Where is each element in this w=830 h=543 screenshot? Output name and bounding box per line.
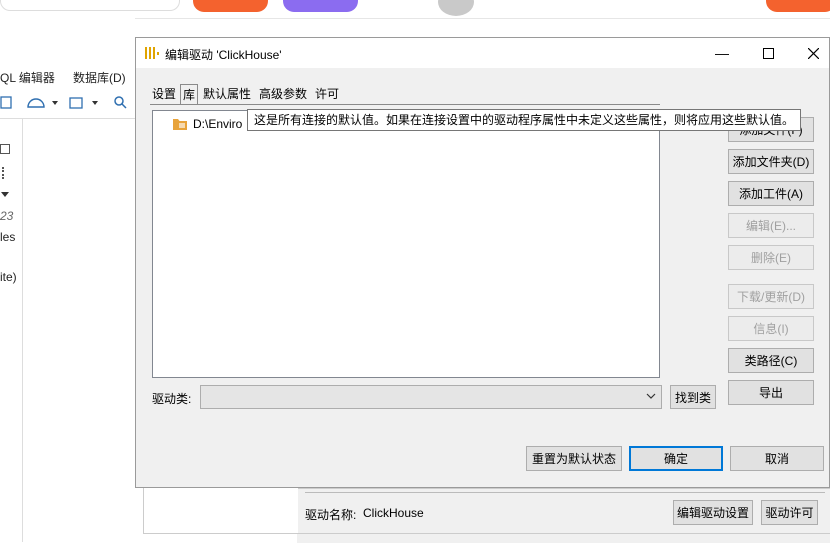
delete-button[interactable]: 删除(E) [728,245,814,270]
tab-settings[interactable]: 设置 [150,84,178,104]
grip-icon [2,167,8,179]
tab-default-properties[interactable]: 默认属性 [201,84,255,104]
chevron-down-icon-2 [92,101,98,105]
background-topbar [0,0,830,19]
background-driver-strip: 驱动名称: ClickHouse 编辑驱动设置 驱动许可 [297,488,830,543]
background-divider [22,118,136,542]
driver-name-label: 驱动名称: [305,508,357,522]
library-list[interactable]: D:\Enviro [152,110,660,378]
background-panel [143,488,298,534]
find-class-button[interactable]: 找到类 [670,385,716,409]
lock-icon [0,96,12,109]
classpath-button[interactable]: 类路径(C) [728,348,814,373]
driver-license-button[interactable]: 驱动许可 [761,500,818,525]
driver-icon [145,47,159,59]
chevron-down-icon [52,101,58,105]
cancel-button[interactable]: 取消 [730,446,824,471]
tab-library[interactable]: 库 [180,84,198,104]
gauge-icon [27,98,45,108]
driver-class-select[interactable] [200,385,662,409]
add-artifact-button[interactable]: 添加工件(A) [728,181,814,206]
list-item[interactable]: D:\Enviro [173,117,242,131]
minimize-icon: — [715,45,729,61]
search-icon [114,96,124,106]
ok-button[interactable]: 确定 [629,446,723,471]
background-left-pane: QL 编辑器 数据库(D) 23 les ite) [0,18,135,542]
tree-fragment-les: les [0,230,16,244]
orange-pill-button[interactable] [193,0,268,12]
download-update-button[interactable]: 下载/更新(D) [728,284,814,309]
menu-database[interactable]: 数据库(D) [73,69,126,86]
maximize-button[interactable] [748,38,788,68]
driver-class-label: 驱动类: [152,392,192,406]
edit-button[interactable]: 编辑(E)... [728,213,814,238]
tab-advanced-params[interactable]: 高级参数 [257,84,311,104]
tooltip: 这是所有连接的默认值。如果在连接设置中的驱动程序属性中未定义这些属性，则将应用这… [247,109,802,131]
library-item-label: D:\Enviro [193,117,243,131]
background-search-box[interactable] [0,0,180,11]
background-hline [0,118,135,119]
tree-fragment-ite: ite) [0,270,17,284]
maximize-icon [762,47,774,59]
reset-defaults-button[interactable]: 重置为默认状态 [526,446,622,471]
menu-sql-editor[interactable]: QL 编辑器 [0,69,55,86]
info-button[interactable]: 信息(I) [728,316,814,341]
background-bottom-line [143,533,830,534]
add-folder-button[interactable]: 添加文件夹(D) [728,149,814,174]
folder-icon [173,119,187,130]
tree-fragment-23: 23 [0,209,14,223]
user-avatar[interactable] [438,0,474,16]
chevron-down-icon [646,393,656,399]
purple-pill-button[interactable] [283,0,358,12]
tab-license[interactable]: 许可 [313,84,343,104]
orange-pill-right[interactable] [766,0,830,12]
square-icon [0,144,10,154]
close-icon [807,47,819,59]
network-icon [69,97,83,109]
driver-name-value: ClickHouse [363,506,424,520]
export-button[interactable]: 导出 [728,380,814,405]
tab-underline [150,104,660,105]
edit-driver-settings-button[interactable]: 编辑驱动设置 [673,500,753,525]
dropdown-arrow-icon[interactable] [0,190,12,200]
edit-driver-dialog: 编辑驱动 'ClickHouse' — 设置 库 默认属性 高级参数 许可 D:… [135,37,830,488]
background-toolbar [0,96,127,109]
close-button[interactable] [793,38,830,68]
dialog-titlebar: 编辑驱动 'ClickHouse' — [136,38,829,68]
dialog-title: 编辑驱动 'ClickHouse' [165,48,282,62]
minimize-button[interactable]: — [702,38,742,68]
